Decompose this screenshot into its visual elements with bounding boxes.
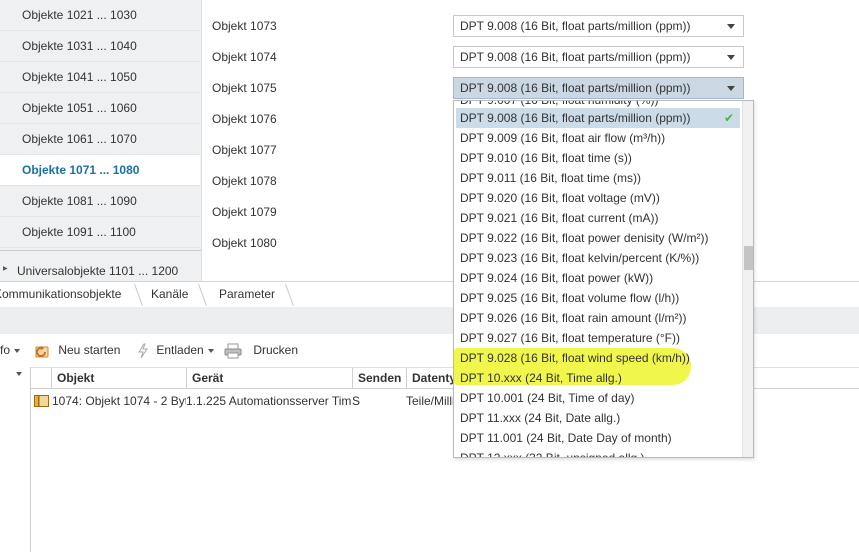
datatype-select-value: DPT 9.008 (16 Bit, float parts/million (… bbox=[460, 81, 691, 95]
printer-icon bbox=[224, 343, 245, 359]
datatype-select-value: DPT 9.008 (16 Bit, float parts/million (… bbox=[460, 19, 691, 33]
column-header-senden[interactable]: Senden bbox=[352, 368, 406, 389]
checkmark-icon: ✔ bbox=[723, 111, 734, 125]
prop-label-objekt-1080: Objekt 1080 bbox=[212, 236, 277, 250]
dropdown-option[interactable]: DPT 9.025 (16 Bit, float volume flow (l/… bbox=[456, 288, 740, 308]
nav-item-objekte-1021-1030[interactable]: Objekte 1021 ... 1030 bbox=[0, 0, 200, 31]
dropdown-option[interactable]: DPT 11.001 (24 Bit, Date Day of month) bbox=[456, 428, 740, 448]
left-navigation: Objekte 1021 ... 1030 Objekte 1031 ... 1… bbox=[0, 0, 201, 281]
prop-label-objekt-1075: Objekt 1075 bbox=[212, 81, 277, 95]
dropdown-option[interactable]: DPT 9.028 (16 Bit, float wind speed (km/… bbox=[456, 348, 740, 368]
cell-senden: S bbox=[352, 394, 361, 408]
nav-item-objekte-1041-1050[interactable]: Objekte 1041 ... 1050 bbox=[0, 62, 200, 93]
prop-label-objekt-1078: Objekt 1078 bbox=[212, 174, 277, 188]
grid-side-column bbox=[0, 367, 31, 552]
lightning-icon bbox=[137, 343, 152, 359]
dropdown-option[interactable]: DPT 9.027 (16 Bit, float temperature (°F… bbox=[456, 328, 740, 348]
unload-button-label: Entladen bbox=[156, 343, 204, 357]
nav-divider bbox=[0, 250, 201, 251]
column-header-objekt[interactable]: Objekt bbox=[51, 368, 186, 389]
tab-kommunikationsobjekte[interactable]: Kommunikationsobjekte bbox=[0, 282, 121, 307]
info-button[interactable]: Info bbox=[0, 334, 21, 367]
tab-parameter[interactable]: Parameter bbox=[219, 282, 275, 307]
nav-item-universalobjekte[interactable]: ▶ Universalobjekte 1101 ... 1200 bbox=[0, 262, 201, 281]
cell-objekt: 1074: Objekt 1074 - 2 Byte bbox=[52, 394, 186, 408]
prop-label-objekt-1073: Objekt 1073 bbox=[212, 19, 277, 33]
dropdown-option[interactable]: DPT 10.001 (24 Bit, Time of day) bbox=[456, 388, 740, 408]
restart-icon bbox=[33, 343, 54, 358]
dropdown-option[interactable]: DPT 9.026 (16 Bit, float rain amount (l/… bbox=[456, 308, 740, 328]
object-icon bbox=[34, 395, 49, 410]
dropdown-option-label: DPT 9.008 (16 Bit, float parts/million (… bbox=[460, 111, 691, 125]
nav-item-objekte-1081-1090[interactable]: Objekte 1081 ... 1090 bbox=[0, 186, 200, 217]
tab-separator bbox=[284, 282, 296, 307]
dropdown-option[interactable]: DPT 9.011 (16 Bit, float time (ms)) bbox=[456, 168, 740, 188]
dropdown-option[interactable]: DPT 9.022 (16 Bit, float power denisity … bbox=[456, 228, 740, 248]
datatype-dropdown-list[interactable]: DPT 9.007 (16 Bit, float humidity (%)) D… bbox=[453, 100, 754, 458]
datatype-select-value: DPT 9.008 (16 Bit, float parts/million (… bbox=[460, 50, 691, 64]
info-button-label: Info bbox=[0, 343, 11, 357]
print-button-label: Drucken bbox=[253, 343, 299, 357]
prop-label-objekt-1079: Objekt 1079 bbox=[212, 205, 277, 219]
restart-button[interactable]: Neu starten bbox=[33, 334, 120, 367]
nav-item-objekte-1031-1040[interactable]: Objekte 1031 ... 1040 bbox=[0, 31, 200, 62]
restart-button-label: Neu starten bbox=[58, 343, 121, 357]
dropdown-option[interactable]: DPT 9.024 (16 Bit, float power (kW)) bbox=[456, 268, 740, 288]
datatype-select-objekt-1075[interactable]: DPT 9.008 (16 Bit, float parts/million (… bbox=[453, 77, 744, 99]
chevron-down-icon[interactable] bbox=[727, 55, 735, 60]
tab-kanaele[interactable]: Kanäle bbox=[151, 282, 188, 307]
nav-item-objekte-1061-1070[interactable]: Objekte 1061 ... 1070 bbox=[0, 124, 200, 155]
nav-item-objekte-1071-1080[interactable]: Objekte 1071 ... 1080 bbox=[0, 155, 200, 186]
dropdown-option[interactable]: DPT 9.010 (16 Bit, float time (s)) bbox=[456, 148, 740, 168]
tab-separator bbox=[197, 282, 209, 307]
dropdown-option[interactable]: DPT 9.009 (16 Bit, float air flow (m³/h)… bbox=[456, 128, 740, 148]
unload-button[interactable]: Entladen bbox=[137, 334, 214, 367]
cell-datentyp: Teile/Million bbox=[406, 394, 456, 408]
chevron-down-icon[interactable] bbox=[727, 86, 735, 91]
dropdown-option-selected[interactable]: DPT 9.008 (16 Bit, float parts/million (… bbox=[456, 108, 740, 128]
prop-label-objekt-1074: Objekt 1074 bbox=[212, 50, 277, 64]
collapse-caret-icon[interactable]: ▶ bbox=[3, 265, 8, 272]
chevron-down-icon[interactable] bbox=[14, 348, 21, 353]
prop-label-objekt-1077: Objekt 1077 bbox=[212, 143, 277, 157]
column-header-geraet[interactable]: Gerät bbox=[186, 368, 352, 389]
nav-item-objekte-1091-1100[interactable]: Objekte 1091 ... 1100 bbox=[0, 217, 200, 248]
datatype-select-objekt-1074[interactable]: DPT 9.008 (16 Bit, float parts/million (… bbox=[453, 46, 744, 68]
dropdown-option-partial[interactable]: DPT 12.xxx (32 Bit, unsigned allg.) bbox=[456, 448, 740, 457]
chevron-down-icon[interactable] bbox=[727, 24, 735, 29]
prop-label-objekt-1076: Objekt 1076 bbox=[212, 112, 277, 126]
dropdown-option[interactable]: DPT 9.023 (16 Bit, float kelvin/percent … bbox=[456, 248, 740, 268]
panel-divider bbox=[201, 0, 202, 281]
dropdown-option[interactable]: DPT 9.021 (16 Bit, float current (mA)) bbox=[456, 208, 740, 228]
dropdown-option[interactable]: DPT 11.xxx (24 Bit, Date allg.) bbox=[456, 408, 740, 428]
chevron-down-icon[interactable] bbox=[16, 372, 22, 376]
datatype-select-objekt-1073[interactable]: DPT 9.008 (16 Bit, float parts/million (… bbox=[453, 15, 744, 37]
chevron-down-icon[interactable] bbox=[207, 348, 214, 353]
scrollbar-thumb[interactable] bbox=[744, 246, 753, 270]
print-button[interactable]: Drucken bbox=[224, 334, 298, 367]
nav-item-objekte-1051-1060[interactable]: Objekte 1051 ... 1060 bbox=[0, 93, 200, 124]
dropdown-scrollbar[interactable] bbox=[742, 101, 753, 457]
tab-separator bbox=[133, 282, 145, 307]
nav-item-universalobjekte-label: Universalobjekte 1101 ... 1200 bbox=[17, 264, 179, 278]
cell-geraet: 1.1.225 Automationsserver Tim... bbox=[186, 394, 352, 408]
dropdown-option[interactable]: DPT 10.xxx (24 Bit, Time allg.) bbox=[456, 368, 740, 388]
dropdown-option[interactable]: DPT 9.020 (16 Bit, float voltage (mV)) bbox=[456, 188, 740, 208]
